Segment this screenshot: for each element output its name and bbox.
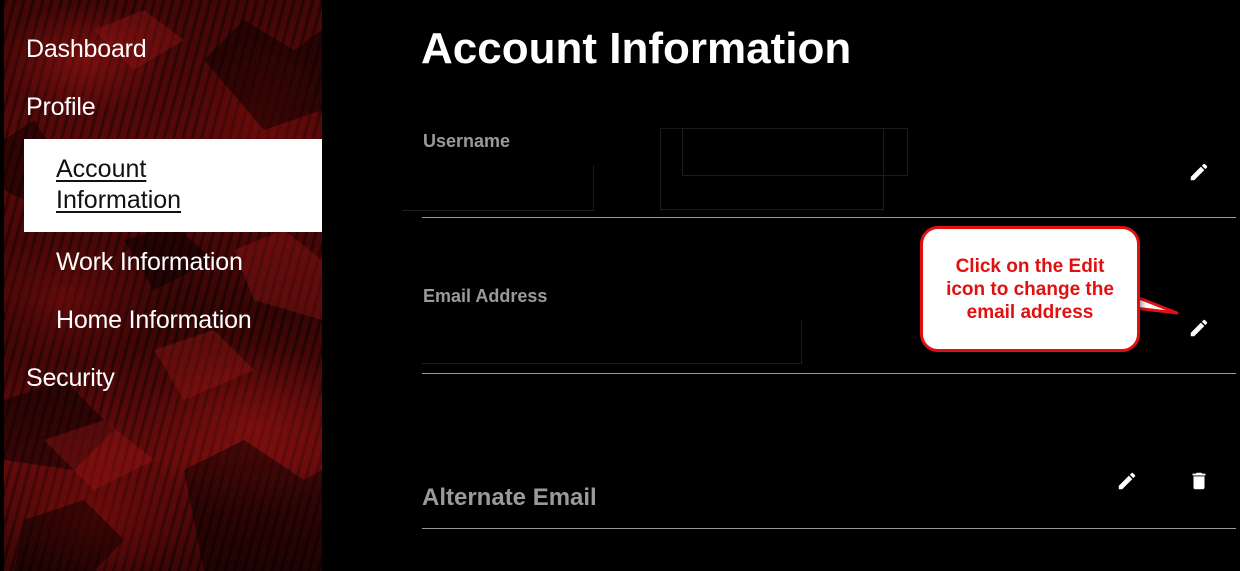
edit-email-button[interactable] (1186, 315, 1212, 341)
callout-text: Click on the Edit icon to change the ema… (946, 255, 1114, 323)
pencil-icon (1190, 163, 1208, 181)
main-content: Account Information Username Email Addre… (322, 0, 1240, 571)
sidebar-item-account-information[interactable]: Account Information (24, 139, 322, 232)
page-title: Account Information (421, 24, 852, 73)
edit-username-button[interactable] (1186, 159, 1212, 185)
sidebar-nav: Dashboard Profile Account Information Wo… (4, 0, 322, 571)
sidebar-item-profile[interactable]: Profile (26, 93, 96, 122)
pencil-icon (1118, 472, 1136, 490)
app-window: Dashboard Profile Account Information Wo… (0, 0, 1240, 571)
sidebar-item-work-information[interactable]: Work Information (56, 248, 243, 277)
sidebar-item-dashboard[interactable]: Dashboard (26, 35, 147, 64)
sidebar-background-rock-texture (4, 10, 322, 571)
ghost-outline (682, 128, 908, 176)
delete-alternate-email-button[interactable] (1186, 468, 1212, 494)
email-divider (422, 373, 1236, 374)
email-address-label: Email Address (423, 286, 548, 306)
instruction-callout: Click on the Edit icon to change the ema… (920, 226, 1140, 352)
pencil-icon (1190, 319, 1208, 337)
ghost-outline (422, 320, 802, 364)
trash-icon (1192, 472, 1206, 490)
alternate-email-divider (422, 528, 1236, 529)
sidebar-item-security[interactable]: Security (26, 364, 115, 393)
alternate-email-label: Alternate Email (422, 484, 597, 511)
edit-alternate-email-button[interactable] (1114, 468, 1140, 494)
username-label: Username (423, 131, 511, 151)
sidebar-item-home-information[interactable]: Home Information (56, 306, 252, 335)
ghost-outline (402, 165, 594, 211)
sidebar-item-account-information-label[interactable]: Account Information (56, 154, 256, 216)
username-divider (422, 217, 1236, 218)
